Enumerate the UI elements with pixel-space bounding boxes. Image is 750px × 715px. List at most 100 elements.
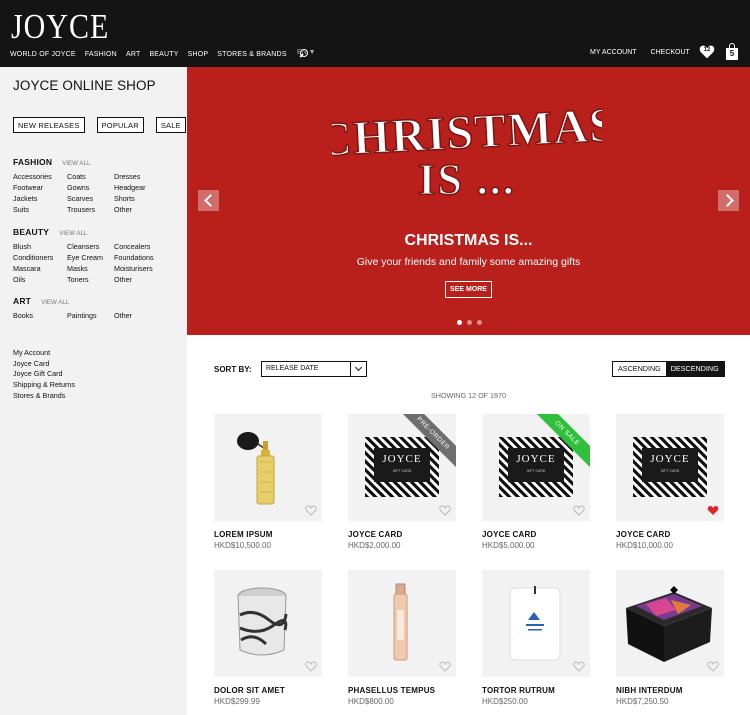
favorite-heart-icon[interactable] bbox=[305, 661, 317, 672]
nav-stores-brands[interactable]: STORES & BRANDS bbox=[217, 51, 286, 58]
sidebar-item[interactable]: Suits bbox=[13, 205, 67, 215]
sidebar-item[interactable]: Toners bbox=[67, 275, 114, 285]
sidebar-item[interactable]: Paintings bbox=[67, 311, 114, 321]
sort-select-value: RELEASE DATE bbox=[266, 365, 319, 372]
favorite-heart-icon[interactable] bbox=[573, 505, 585, 516]
sort-select[interactable]: RELEASE DATE bbox=[261, 361, 367, 377]
product-image[interactable]: JOYCE GIFT CARD PRE-ORDER bbox=[348, 414, 456, 521]
nav-art[interactable]: ART bbox=[126, 51, 140, 58]
sidebar-item[interactable]: Gowns bbox=[67, 183, 114, 193]
product-image[interactable] bbox=[214, 414, 322, 521]
favorite-heart-icon[interactable] bbox=[305, 505, 317, 516]
sidebar-item[interactable]: Scarves bbox=[67, 194, 114, 204]
nav-shop[interactable]: SHOP bbox=[188, 51, 209, 58]
language-selector[interactable]: EN ▼ bbox=[297, 49, 316, 56]
sidebar-joyce-card[interactable]: Joyce Card bbox=[13, 359, 75, 370]
sidebar-shipping-returns[interactable]: Shipping & Returns bbox=[13, 380, 75, 391]
sidebar-item[interactable]: Footwear bbox=[13, 183, 67, 193]
carousel-prev-arrow-icon[interactable] bbox=[198, 190, 219, 211]
product-card[interactable]: PHASELLUS TEMPUS HKD$800.00 bbox=[348, 570, 456, 706]
chevron-down-icon[interactable] bbox=[350, 362, 366, 376]
sidebar-item[interactable]: Other bbox=[114, 275, 168, 285]
sidebar-item[interactable]: Eye Cream bbox=[67, 253, 114, 263]
my-account-link[interactable]: MY ACCOUNT bbox=[590, 49, 637, 56]
fashion-heading[interactable]: FASHION bbox=[13, 157, 52, 167]
product-card[interactable]: LOREM IPSUM HKD$10,500.00 bbox=[214, 414, 322, 550]
product-image[interactable] bbox=[348, 570, 456, 677]
carousel-dot[interactable] bbox=[467, 320, 472, 325]
sidebar-item[interactable]: Shorts bbox=[114, 194, 168, 204]
product-name[interactable]: DOLOR SIT AMET bbox=[214, 686, 322, 695]
christmas-is-artwork: CHRISTMAS IS ... bbox=[332, 97, 602, 201]
joyce-logo[interactable]: JOYCE bbox=[11, 8, 109, 47]
product-card[interactable]: JOYCE GIFT CARD ON SALE JOYCE CARD HKD$5,… bbox=[482, 414, 590, 550]
ascending-button[interactable]: ASCENDING bbox=[613, 362, 666, 376]
product-image[interactable] bbox=[214, 570, 322, 677]
sidebar-account-links: My Account Joyce Card Joyce Gift Card Sh… bbox=[13, 348, 75, 402]
favorite-heart-icon[interactable] bbox=[707, 661, 719, 672]
shopping-bag-icon[interactable]: 5 bbox=[726, 43, 738, 60]
sidebar-item[interactable]: Coats bbox=[67, 172, 114, 182]
sidebar-item[interactable]: Headgear bbox=[114, 183, 168, 193]
sidebar-item[interactable]: Blush bbox=[13, 242, 67, 252]
wishlist-heart-icon[interactable]: 12 bbox=[699, 45, 715, 59]
favorite-heart-icon[interactable] bbox=[439, 505, 451, 516]
filter-chips: NEW RELEASES POPULAR SALE bbox=[13, 117, 186, 133]
product-card[interactable]: JOYCE GIFT CARD JOYCE CARD HKD$10,000.00 bbox=[616, 414, 724, 550]
sidebar-item[interactable]: Accessories bbox=[13, 172, 67, 182]
beauty-heading[interactable]: BEAUTY bbox=[13, 227, 49, 237]
sidebar-item[interactable]: Conditioners bbox=[13, 253, 67, 263]
product-name[interactable]: LOREM IPSUM bbox=[214, 530, 322, 539]
favorite-heart-filled-icon[interactable] bbox=[707, 505, 719, 516]
carousel-dot[interactable] bbox=[457, 320, 462, 325]
product-name[interactable]: JOYCE CARD bbox=[616, 530, 724, 539]
product-price: HKD$10,000.00 bbox=[616, 541, 673, 550]
sidebar-item[interactable]: Concealers bbox=[114, 242, 168, 252]
art-view-all[interactable]: VIEW ALL bbox=[41, 299, 69, 306]
sidebar-item[interactable]: Mascara bbox=[13, 264, 67, 274]
sidebar-item[interactable]: Dresses bbox=[114, 172, 168, 182]
sidebar-joyce-gift-card[interactable]: Joyce Gift Card bbox=[13, 369, 75, 380]
sidebar-item[interactable]: Cleansers bbox=[67, 242, 114, 252]
nav-beauty[interactable]: BEAUTY bbox=[149, 51, 178, 58]
favorite-heart-icon[interactable] bbox=[439, 661, 451, 672]
sidebar-item[interactable]: Other bbox=[114, 311, 168, 321]
fashion-view-all[interactable]: VIEW ALL bbox=[62, 160, 90, 167]
product-card[interactable]: DOLOR SIT AMET HKD$299.99 bbox=[214, 570, 322, 706]
see-more-button[interactable]: SEE MORE bbox=[445, 281, 492, 298]
carousel-dot[interactable] bbox=[477, 320, 482, 325]
art-heading[interactable]: ART bbox=[13, 296, 31, 306]
product-image[interactable] bbox=[482, 570, 590, 677]
product-name[interactable]: TORTOR RUTRUM bbox=[482, 686, 590, 695]
product-card[interactable]: NIBH INTERDUM HKD$7,250.50 bbox=[616, 570, 724, 706]
sidebar-my-account[interactable]: My Account bbox=[13, 348, 75, 359]
product-name[interactable]: JOYCE CARD bbox=[348, 530, 456, 539]
beauty-view-all[interactable]: VIEW ALL bbox=[59, 230, 87, 237]
sidebar-item[interactable]: Oils bbox=[13, 275, 67, 285]
nav-fashion[interactable]: FASHION bbox=[85, 51, 117, 58]
sidebar-item[interactable]: Foundations bbox=[114, 253, 168, 263]
product-name[interactable]: NIBH INTERDUM bbox=[616, 686, 724, 695]
sidebar-item[interactable]: Other bbox=[114, 205, 168, 215]
product-card[interactable]: TORTOR RUTRUM HKD$250.00 bbox=[482, 570, 590, 706]
product-card[interactable]: JOYCE GIFT CARD PRE-ORDER JOYCE CARD HKD$… bbox=[348, 414, 456, 550]
popular-button[interactable]: POPULAR bbox=[96, 117, 144, 133]
sidebar-stores-brands[interactable]: Stores & Brands bbox=[13, 391, 75, 402]
nav-world-of-joyce[interactable]: WORLD OF JOYCE bbox=[10, 51, 76, 58]
sidebar-item[interactable]: Trousers bbox=[67, 205, 114, 215]
sidebar-item[interactable]: Moisturisers bbox=[114, 264, 168, 274]
descending-button[interactable]: DESCENDING bbox=[665, 362, 724, 376]
product-name[interactable]: JOYCE CARD bbox=[482, 530, 590, 539]
product-image[interactable]: JOYCE GIFT CARD ON SALE bbox=[482, 414, 590, 521]
sale-button[interactable]: SALE bbox=[155, 117, 186, 133]
carousel-next-arrow-icon[interactable] bbox=[718, 190, 739, 211]
product-name[interactable]: PHASELLUS TEMPUS bbox=[348, 686, 456, 695]
new-releases-button[interactable]: NEW RELEASES bbox=[13, 117, 85, 133]
product-image[interactable] bbox=[616, 570, 724, 677]
product-image[interactable]: JOYCE GIFT CARD bbox=[616, 414, 724, 521]
sidebar-item[interactable]: Books bbox=[13, 311, 67, 321]
sidebar-item[interactable]: Jackets bbox=[13, 194, 67, 204]
checkout-link[interactable]: CHECKOUT bbox=[651, 49, 690, 56]
sidebar-item[interactable]: Masks bbox=[67, 264, 114, 274]
favorite-heart-icon[interactable] bbox=[573, 661, 585, 672]
